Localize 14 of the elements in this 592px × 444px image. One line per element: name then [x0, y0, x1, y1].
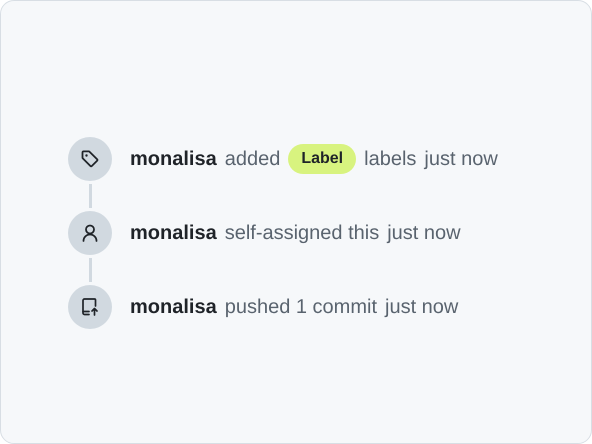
event-text: labels — [364, 147, 416, 172]
author-link[interactable]: monalisa — [130, 218, 217, 248]
timestamp-link[interactable]: just now — [424, 144, 498, 174]
label-tag[interactable]: Label — [288, 144, 356, 174]
repo-push-icon — [80, 297, 100, 317]
author-link[interactable]: monalisa — [130, 144, 217, 174]
person-icon — [80, 223, 100, 243]
timestamp-link[interactable]: just now — [385, 292, 458, 322]
timestamp-link[interactable]: just now — [387, 218, 461, 248]
event-text: pushed 1 commit — [224, 295, 377, 320]
tag-icon — [80, 149, 100, 169]
event-text: added — [224, 147, 280, 172]
event-text: self-assigned this — [224, 221, 380, 246]
author-link[interactable]: monalisa — [130, 292, 217, 322]
